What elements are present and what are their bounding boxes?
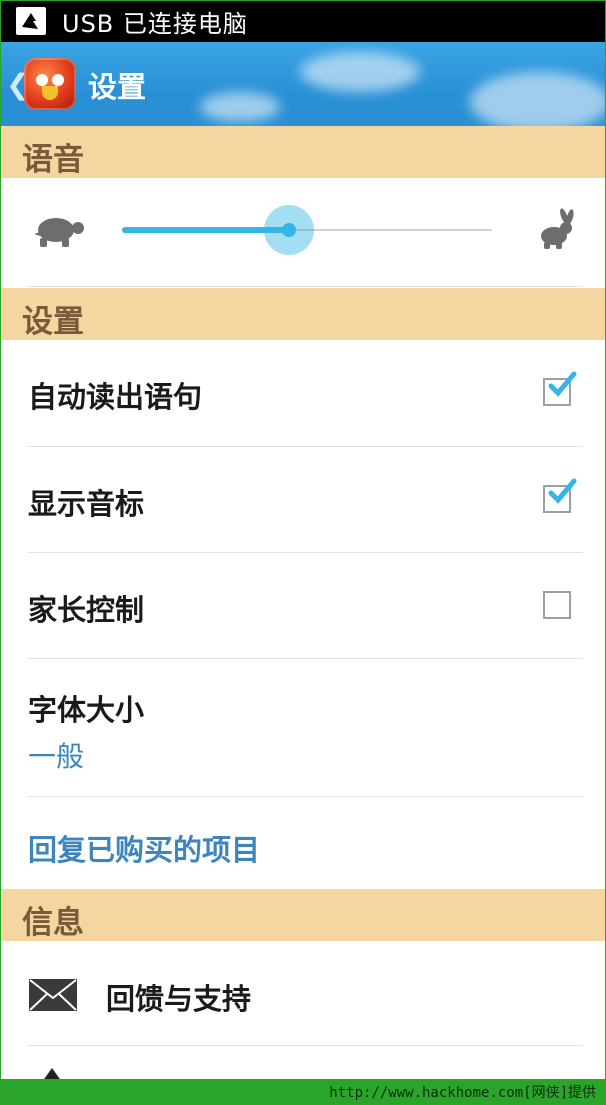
watermark-bar: http://www.hackhome.com[网侠]提供 [0,1079,606,1105]
status-bar: USB 已连接电脑 [0,0,606,42]
pref-font-size[interactable]: 字体大小 一般 [0,659,606,796]
turtle-icon [34,218,84,247]
speech-speed-row [0,178,606,286]
parental-control-checkbox[interactable] [543,591,571,619]
page-title: 设置 [88,70,147,104]
auto-read-checkbox[interactable] [543,371,577,406]
pref-show-phonetic[interactable]: 显示音标 [0,447,606,552]
info-item-feedback[interactable] [0,941,606,1045]
speed-slider-thumb[interactable] [263,205,314,255]
section-title: 设置 [22,304,84,340]
section-title: 语音 [22,142,84,178]
section-header-settings: 设置 [0,288,606,340]
app-logo[interactable] [24,58,76,110]
pref-label: 自动读出语句 [28,380,203,414]
cloud-decoration [470,72,606,126]
pref-parental-control[interactable]: 家长控制 [0,553,606,658]
pref-label: 字体大小 [28,693,145,727]
checkmark-icon [548,371,577,397]
restore-purchases-link[interactable]: 回复已购买的项目 [28,827,260,869]
divider [28,286,583,287]
pref-restore-purchases[interactable]: 回复已购买的项目 [0,797,606,889]
divider [28,1045,583,1046]
mail-icon [29,979,77,1011]
status-text: USB 已连接电脑 [62,9,248,38]
show-phonetic-checkbox[interactable] [543,478,577,513]
pref-label: 显示音标 [28,487,145,521]
section-header-voice: 语音 [0,126,606,178]
checkmark-icon [548,478,577,504]
watermark-text: http://www.hackhome.com[网侠]提供 [329,1085,596,1101]
pref-auto-read[interactable]: 自动读出语句 [0,340,606,446]
action-bar: ❮ 设置 [0,42,606,126]
pref-value: 一般 [28,740,85,773]
pref-label: 家长控制 [28,593,145,627]
section-header-info: 信息 [0,889,606,941]
info-item-label: 回馈与支持 [106,982,252,1016]
usb-notification-icon [16,7,46,35]
rabbit-icon [541,208,574,249]
cloud-decoration [300,52,420,92]
cloud-decoration [200,92,280,122]
section-title: 信息 [22,905,84,941]
